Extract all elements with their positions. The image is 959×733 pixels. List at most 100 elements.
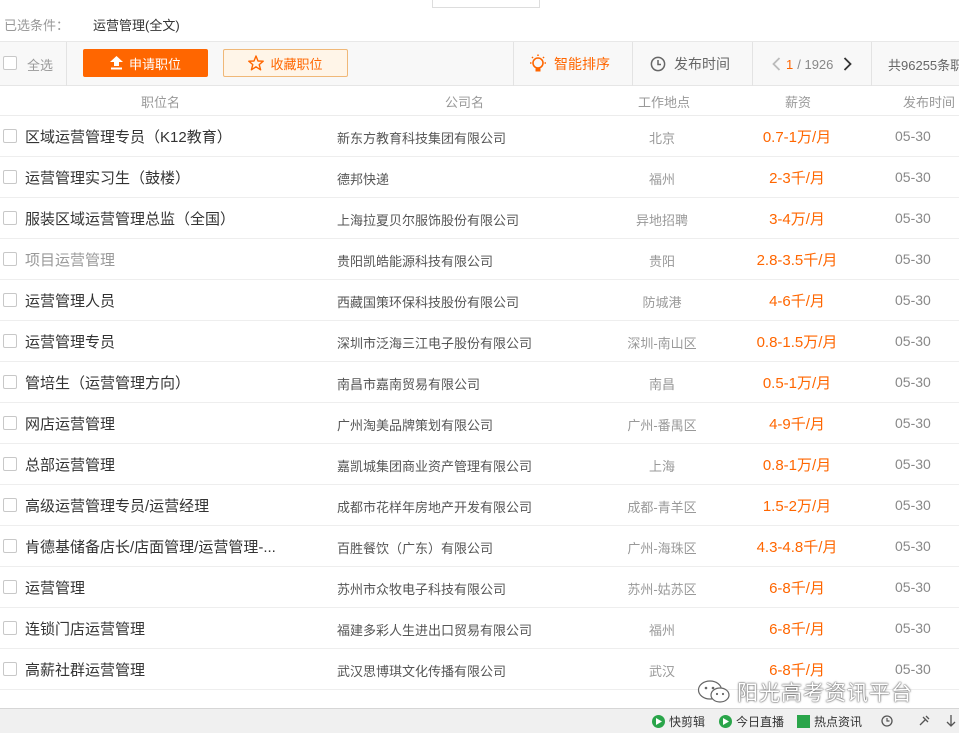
company-link[interactable]: 福建多彩人生进出口贸易有限公司	[337, 620, 597, 639]
refresh-icon[interactable]	[879, 713, 895, 729]
company-link[interactable]: 武汉思博琪文化传播有限公司	[337, 661, 597, 680]
job-title-link[interactable]: 高级运营管理专员/运营经理	[25, 495, 315, 516]
table-row[interactable]: 网店运营管理 广州淘美品牌策划有限公司 广州-番禺区 4-9千/月 05-30	[0, 403, 959, 444]
download-icon[interactable]	[943, 713, 959, 729]
next-page-button[interactable]	[837, 57, 857, 71]
job-location: 深圳-南山区	[627, 336, 697, 351]
job-salary: 0.8-1.5万/月	[756, 334, 838, 351]
row-checkbox[interactable]	[3, 621, 17, 635]
company-link[interactable]: 贵阳凯皓能源科技有限公司	[337, 251, 597, 270]
top-dropdown-tab[interactable]	[432, 0, 540, 8]
pin-icon[interactable]	[916, 713, 932, 729]
job-title-link[interactable]: 高薪社群运营管理	[25, 659, 315, 680]
table-row[interactable]: 区域运营管理专员（K12教育） 新东方教育科技集团有限公司 北京 0.7-1万/…	[0, 116, 959, 157]
upload-icon	[109, 56, 123, 70]
job-title-link[interactable]: 肯德基储备店长/店面管理/运营管理-...	[25, 536, 315, 557]
filter-value[interactable]: 运营管理(全文)	[93, 15, 180, 34]
table-row[interactable]: 运营管理专员 深圳市泛海三江电子股份有限公司 深圳-南山区 0.8-1.5万/月…	[0, 321, 959, 362]
company-link[interactable]: 成都市花样年房地产开发有限公司	[337, 497, 597, 516]
company-link[interactable]: 新东方教育科技集团有限公司	[337, 128, 597, 147]
job-salary: 2.8-3.5千/月	[756, 252, 838, 269]
job-date: 05-30	[895, 210, 931, 226]
company-link[interactable]: 德邦快递	[337, 169, 597, 188]
header-salary: 薪资	[785, 95, 812, 110]
table-row[interactable]: 肯德基储备店长/店面管理/运营管理-... 百胜餐饮（广东）有限公司 广州-海珠…	[0, 526, 959, 567]
row-checkbox[interactable]	[3, 457, 17, 471]
news-icon	[797, 715, 810, 728]
select-all-checkbox[interactable]	[3, 56, 17, 70]
job-title-link[interactable]: 运营管理人员	[25, 290, 315, 311]
job-title-link[interactable]: 区域运营管理专员（K12教育）	[25, 126, 315, 147]
toolbar: 全选 申请职位 收藏职位 智能排序 发布时间 1 / 1926 共96255条职	[0, 42, 959, 86]
row-checkbox[interactable]	[3, 211, 17, 225]
row-checkbox[interactable]	[3, 416, 17, 430]
company-link[interactable]: 百胜餐饮（广东）有限公司	[337, 538, 597, 557]
company-link[interactable]: 广州淘美品牌策划有限公司	[337, 415, 597, 434]
job-title-link[interactable]: 总部运营管理	[25, 454, 315, 475]
filter-label: 已选条件：	[4, 18, 70, 33]
statusbar-live-label: 今日直播	[736, 715, 785, 729]
statusbar-news[interactable]: 热点资讯	[797, 712, 862, 731]
favorite-job-button[interactable]: 收藏职位	[223, 49, 348, 77]
row-checkbox[interactable]	[3, 375, 17, 389]
row-checkbox[interactable]	[3, 539, 17, 553]
divider	[66, 42, 67, 86]
total-count: 共96255条职位	[888, 58, 959, 73]
row-checkbox[interactable]	[3, 334, 17, 348]
table-row[interactable]: 运营管理实习生（鼓楼） 德邦快递 福州 2-3千/月 05-30	[0, 157, 959, 198]
job-title-link[interactable]: 网店运营管理	[25, 413, 315, 434]
divider	[513, 42, 514, 86]
job-title-link[interactable]: 项目运营管理	[25, 249, 315, 270]
job-title-link[interactable]: 运营管理	[25, 577, 315, 598]
job-date: 05-30	[895, 415, 931, 431]
job-date: 05-30	[895, 374, 931, 390]
header-job-title: 职位名	[141, 95, 181, 110]
table-row[interactable]: 高级运营管理专员/运营经理 成都市花样年房地产开发有限公司 成都-青羊区 1.5…	[0, 485, 959, 526]
row-checkbox[interactable]	[3, 662, 17, 676]
live-icon	[719, 715, 732, 728]
job-title-link[interactable]: 连锁门店运营管理	[25, 618, 315, 639]
job-date: 05-30	[895, 292, 931, 308]
job-date: 05-30	[895, 538, 931, 554]
table-row[interactable]: 连锁门店运营管理 福建多彩人生进出口贸易有限公司 福州 6-8千/月 05-30	[0, 608, 959, 649]
company-link[interactable]: 嘉凯城集团商业资产管理有限公司	[337, 456, 597, 475]
statusbar-live[interactable]: 今日直播	[719, 712, 784, 731]
company-link[interactable]: 上海拉夏贝尔服饰股份有限公司	[337, 210, 597, 229]
job-title-link[interactable]: 运营管理实习生（鼓楼）	[25, 167, 315, 188]
statusbar-clip-label: 快剪辑	[669, 715, 706, 729]
table-row[interactable]: 管培生（运营管理方向） 南昌市嘉南贸易有限公司 南昌 0.5-1万/月 05-3…	[0, 362, 959, 403]
select-all-label[interactable]: 全选	[27, 55, 53, 74]
job-salary: 6-8千/月	[769, 580, 825, 597]
row-checkbox[interactable]	[3, 252, 17, 266]
apply-job-button[interactable]: 申请职位	[83, 49, 208, 77]
company-link[interactable]: 南昌市嘉南贸易有限公司	[337, 374, 597, 393]
job-title-link[interactable]: 管培生（运营管理方向）	[25, 372, 315, 393]
job-location: 异地招聘	[635, 213, 688, 228]
job-title-link[interactable]: 服装区域运营管理总监（全国）	[25, 208, 315, 229]
time-sort-button[interactable]: 发布时间	[650, 42, 730, 86]
row-checkbox[interactable]	[3, 293, 17, 307]
table-row[interactable]: 项目运营管理 贵阳凯皓能源科技有限公司 贵阳 2.8-3.5千/月 05-30	[0, 239, 959, 280]
company-link[interactable]: 深圳市泛海三江电子股份有限公司	[337, 333, 597, 352]
prev-page-button[interactable]	[766, 57, 786, 71]
table-row[interactable]: 服装区域运营管理总监（全国） 上海拉夏贝尔服饰股份有限公司 异地招聘 3-4万/…	[0, 198, 959, 239]
row-checkbox[interactable]	[3, 498, 17, 512]
table-row[interactable]: 总部运营管理 嘉凯城集团商业资产管理有限公司 上海 0.8-1万/月 05-30	[0, 444, 959, 485]
company-link[interactable]: 西藏国策环保科技股份有限公司	[337, 292, 597, 311]
divider	[632, 42, 633, 86]
row-checkbox[interactable]	[3, 129, 17, 143]
browser-statusbar: 快剪辑 今日直播 热点资讯	[0, 708, 959, 733]
job-title-link[interactable]: 运营管理专员	[25, 331, 315, 352]
row-checkbox[interactable]	[3, 170, 17, 184]
smart-sort-button[interactable]: 智能排序	[528, 42, 610, 86]
statusbar-clip[interactable]: 快剪辑	[652, 712, 705, 731]
company-link[interactable]: 苏州市众牧电子科技有限公司	[337, 579, 597, 598]
job-location: 广州-海珠区	[627, 541, 697, 556]
watermark-text: 阳光高考资讯平台	[737, 682, 913, 705]
table-row[interactable]: 运营管理 苏州市众牧电子科技有限公司 苏州-姑苏区 6-8千/月 05-30	[0, 567, 959, 608]
chevron-right-icon	[843, 57, 852, 71]
table-row[interactable]: 运营管理人员 西藏国策环保科技股份有限公司 防城港 4-6千/月 05-30	[0, 280, 959, 321]
job-location: 贵阳	[648, 254, 675, 269]
row-checkbox[interactable]	[3, 580, 17, 594]
divider	[871, 42, 872, 86]
